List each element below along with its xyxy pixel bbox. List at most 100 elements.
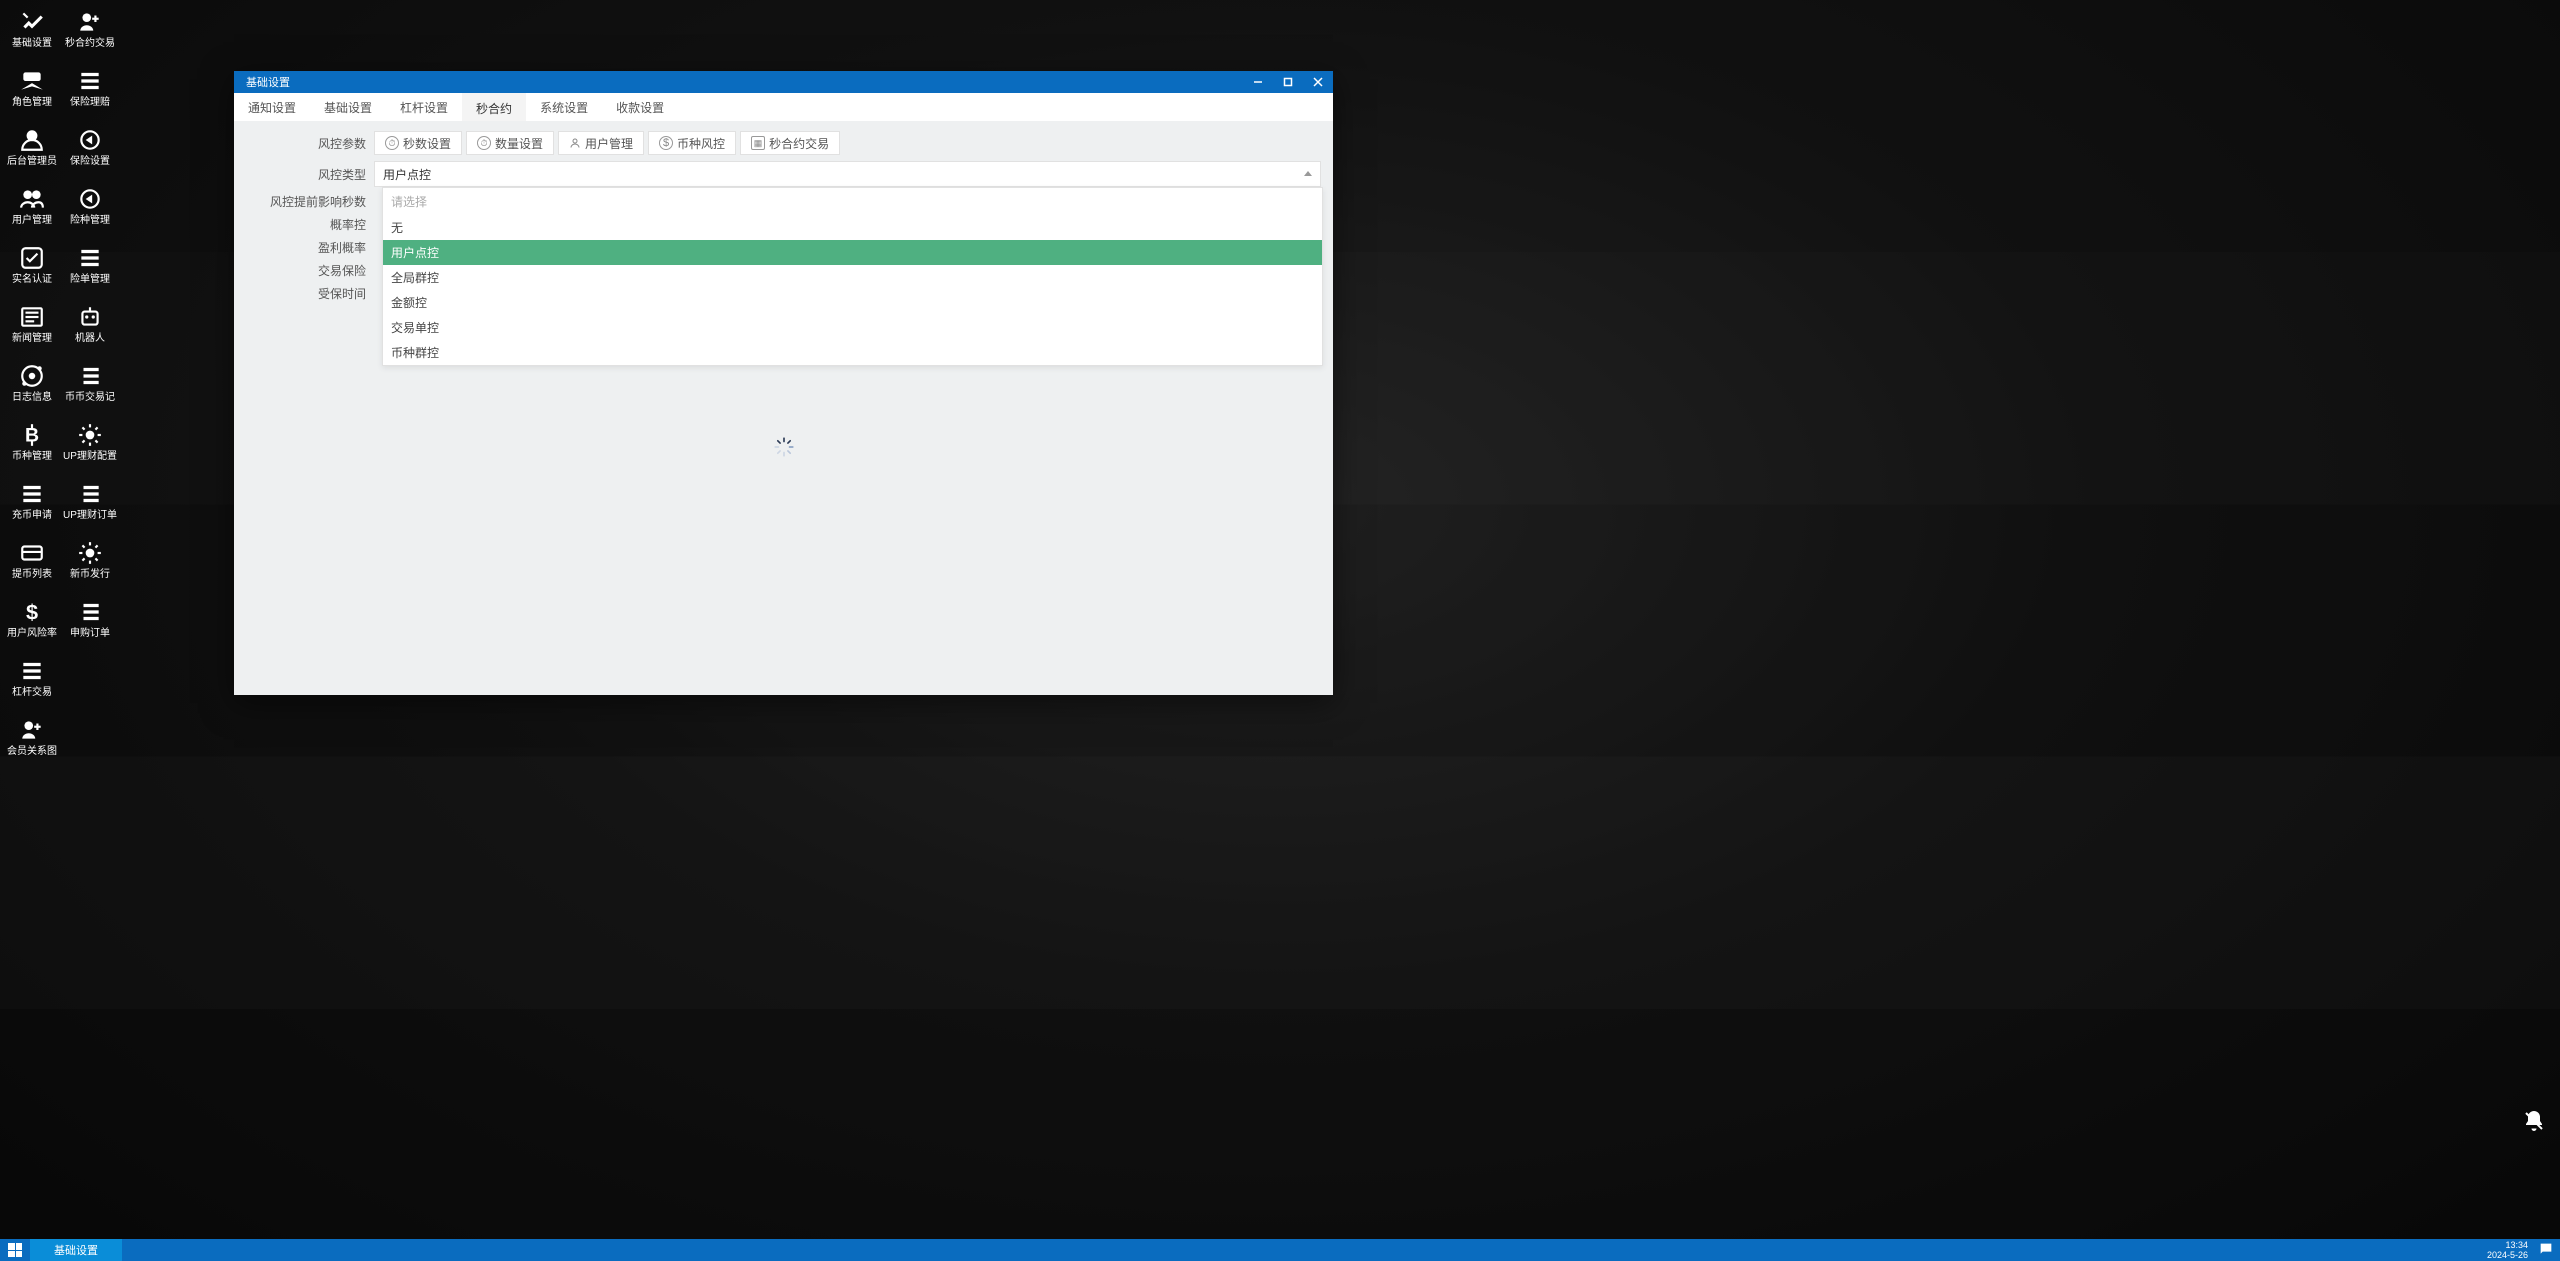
form-label: 风控类型 — [246, 166, 374, 183]
chat-icon[interactable] — [2538, 1241, 2554, 1260]
menu-item[interactable]: 秒合约 — [462, 93, 526, 121]
desktop-icon[interactable]: 用户管理 — [4, 181, 60, 239]
form-label: 风控提前影响秒数 — [246, 193, 374, 210]
toolbar: ⏱秒数设置⏱数量设置 用户管理 $币种风控▦秒合约交易 — [374, 131, 1321, 155]
app-icon: B — [18, 421, 46, 449]
desktop-icon[interactable]: 会员关系图 — [4, 712, 60, 770]
risk-type-dropdown[interactable]: 请选择无用户点控全局群控金额控交易单控币种群控 — [382, 187, 1323, 366]
loading-spinner-icon — [773, 436, 795, 458]
titlebar[interactable]: 基础设置 — [234, 71, 1333, 93]
risk-type-select[interactable]: 用户点控 — [374, 161, 1321, 187]
tool-button[interactable]: ⏱秒数设置 — [374, 131, 462, 155]
menu-item[interactable]: 杠杆设置 — [386, 93, 462, 121]
dropdown-item[interactable]: 币种群控 — [383, 340, 1322, 365]
tool-button-label: 币种风控 — [677, 135, 725, 152]
desktop-icon[interactable]: 险单管理 — [62, 240, 118, 298]
desktop-icon[interactable]: 新币发行 — [62, 535, 118, 593]
desktop-icon[interactable]: 提币列表 — [4, 535, 60, 593]
app-icon: $ — [18, 598, 46, 626]
window-content: 风控参数 ⏱秒数设置⏱数量设置用户管理$币种风控▦秒合约交易 风控类型用户点控风… — [234, 121, 1333, 695]
system-tray: 13:34 2024-5-26 — [2487, 1239, 2560, 1261]
clock-icon: ⏱ — [385, 136, 399, 150]
desktop-icon-label: UP理财配置 — [63, 451, 117, 463]
desktop-icon[interactable]: 险种管理 — [62, 181, 118, 239]
app-icon — [18, 539, 46, 567]
desktop-icon-label: 充币申请 — [12, 510, 52, 522]
menubar: 通知设置基础设置杠杆设置秒合约系统设置收款设置 — [234, 93, 1333, 121]
desktop-icon[interactable]: 申购订单 — [62, 594, 118, 652]
app-icon — [18, 480, 46, 508]
menu-item[interactable]: 基础设置 — [310, 93, 386, 121]
menu-item[interactable]: 收款设置 — [602, 93, 678, 121]
clock[interactable]: 13:34 2024-5-26 — [2487, 1240, 2528, 1260]
square-icon: ▦ — [751, 136, 765, 150]
desktop-icon[interactable]: 实名认证 — [4, 240, 60, 298]
desktop-icon[interactable]: $ 用户风险率 — [4, 594, 60, 652]
desktop-icon-label: 会员关系图 — [7, 746, 57, 758]
tool-button[interactable]: 用户管理 — [558, 131, 644, 155]
desktop-icon-label: 基础设置 — [12, 38, 52, 50]
dropdown-item[interactable]: 无 — [383, 215, 1322, 240]
form-label: 概率控 — [246, 216, 374, 233]
desktop-icon-label: 机器人 — [75, 333, 105, 345]
desktop-icon[interactable]: 机器人 — [62, 299, 118, 357]
dropdown-item[interactable]: 交易单控 — [383, 315, 1322, 340]
desktop-icon-label: 秒合约交易 — [65, 38, 115, 50]
notifications-bell-icon[interactable] — [2522, 1109, 2546, 1133]
settings-window: 基础设置 通知设置基础设置杠杆设置秒合约系统设置收款设置 风控参数 ⏱秒数设置⏱… — [234, 71, 1333, 695]
desktop-icon[interactable]: 保险理赔 — [62, 63, 118, 121]
form-label: 受保时间 — [246, 285, 374, 302]
desktop-icon-label: 险单管理 — [70, 274, 110, 286]
desktop-icon[interactable]: 保险设置 — [62, 122, 118, 180]
menu-item[interactable]: 系统设置 — [526, 93, 602, 121]
desktop-icon-label: 险种管理 — [70, 215, 110, 227]
param-label: 风控参数 — [246, 135, 374, 152]
close-button[interactable] — [1303, 71, 1333, 93]
desktop-icon[interactable]: B 币种管理 — [4, 417, 60, 475]
minimize-button[interactable] — [1243, 71, 1273, 93]
desktop-icon[interactable]: UP理财配置 — [62, 417, 118, 475]
dropdown-item[interactable]: 用户点控 — [383, 240, 1322, 265]
desktop-icon-label: 用户风险率 — [7, 628, 57, 640]
desktop-icon[interactable]: 新闻管理 — [4, 299, 60, 357]
tool-button-label: 用户管理 — [585, 135, 633, 152]
clock-date: 2024-5-26 — [2487, 1250, 2528, 1260]
dropdown-placeholder: 请选择 — [383, 188, 1322, 215]
desktop-icon[interactable]: 秒合约交易 — [62, 4, 118, 62]
desktop-icon[interactable]: 杠杆交易 — [4, 653, 60, 711]
window-title: 基础设置 — [246, 74, 290, 90]
app-icon — [76, 8, 104, 36]
desktop-icon[interactable]: 充币申请 — [4, 476, 60, 534]
desktop-icon-label: 币种管理 — [12, 451, 52, 463]
tool-button[interactable]: ⏱数量设置 — [466, 131, 554, 155]
desktop-icon-label: 保险理赔 — [70, 97, 110, 109]
dropdown-item[interactable]: 金额控 — [383, 290, 1322, 315]
desktop-icon[interactable]: 日志信息 — [4, 358, 60, 416]
form-label: 盈利概率 — [246, 239, 374, 256]
tool-button[interactable]: $币种风控 — [648, 131, 736, 155]
desktop-icon[interactable]: 基础设置 — [4, 4, 60, 62]
dropdown-item[interactable]: 全局群控 — [383, 265, 1322, 290]
maximize-button[interactable] — [1273, 71, 1303, 93]
menu-item[interactable]: 通知设置 — [234, 93, 310, 121]
app-icon — [18, 185, 46, 213]
desktop-icon[interactable]: UP理财订单 — [62, 476, 118, 534]
caret-up-icon — [1304, 171, 1312, 176]
tool-button[interactable]: ▦秒合约交易 — [740, 131, 840, 155]
taskbar: 基础设置 13:34 2024-5-26 — [0, 1239, 2560, 1261]
app-icon — [76, 244, 104, 272]
start-button[interactable] — [0, 1239, 30, 1261]
app-icon — [18, 244, 46, 272]
app-icon — [76, 598, 104, 626]
app-icon — [76, 126, 104, 154]
desktop-icon[interactable]: 后台管理员 — [4, 122, 60, 180]
desktop-icon-label: 后台管理员 — [7, 156, 57, 168]
desktop-icon-label: 实名认证 — [12, 274, 52, 286]
desktop-icon[interactable]: 币币交易记 — [62, 358, 118, 416]
desktop-icon-label: 日志信息 — [12, 392, 52, 404]
app-icon — [18, 657, 46, 685]
desktop-icon-label: 新闻管理 — [12, 333, 52, 345]
taskbar-item-settings[interactable]: 基础设置 — [30, 1239, 122, 1261]
app-icon — [76, 362, 104, 390]
desktop-icon[interactable]: 角色管理 — [4, 63, 60, 121]
